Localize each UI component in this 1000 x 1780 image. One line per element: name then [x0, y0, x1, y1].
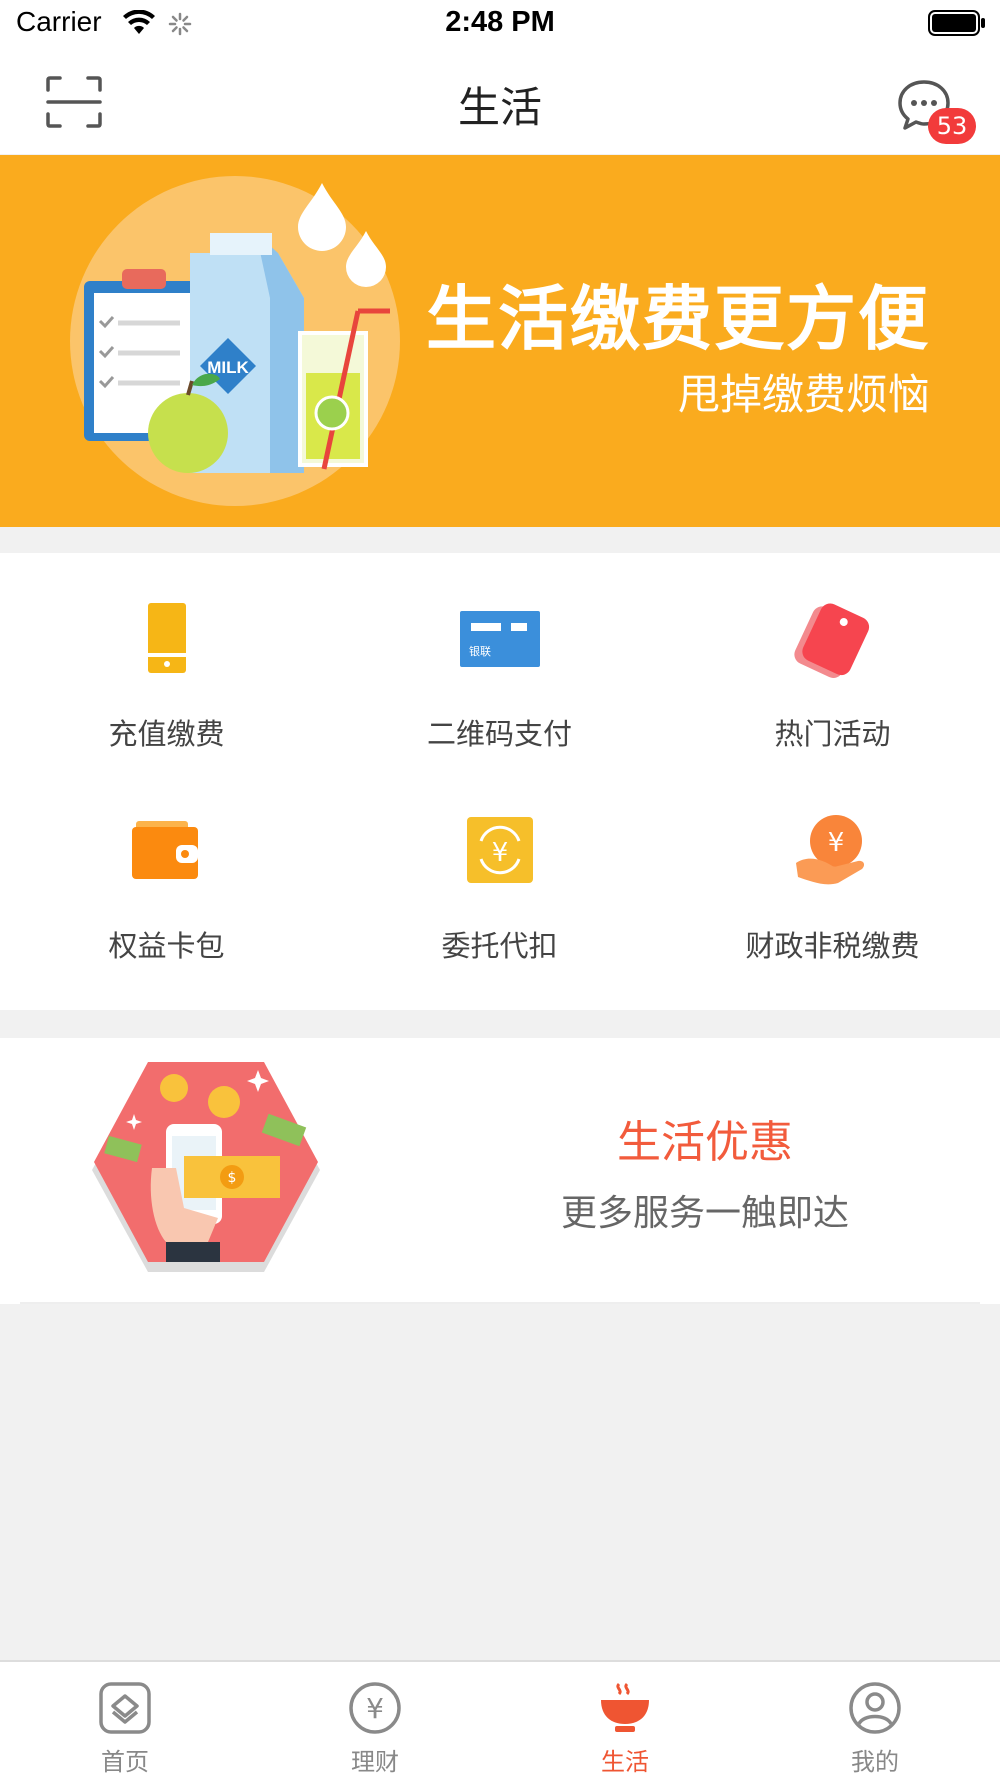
wallet-icon: [131, 821, 198, 879]
page-title: 生活: [457, 83, 542, 132]
tab-life[interactable]: 生活: [500, 1662, 750, 1780]
profile-icon: [849, 1682, 901, 1734]
yen-circle-symbol: ¥: [366, 1692, 384, 1725]
promo-subtitle: 更多服务一触即达: [560, 1193, 849, 1234]
yen-cycle-icon: ¥: [466, 817, 533, 883]
grid-item-label: 二维码支付: [426, 717, 572, 751]
dollar-symbol: $: [228, 1170, 237, 1186]
grid-item-label: 财政非税缴费: [745, 929, 920, 963]
tab-finance[interactable]: ¥ 理财: [250, 1662, 500, 1780]
grid-item-card-wallet[interactable]: 权益卡包: [0, 765, 333, 965]
unionpay-card-icon: 银联: [459, 611, 540, 667]
banner-subtitle: 甩掉缴费烦恼: [677, 370, 930, 419]
grid-item-hot-events[interactable]: 热门活动: [666, 553, 999, 753]
promo-title: 生活优惠: [617, 1117, 793, 1168]
grid-item-auto-debit[interactable]: ¥ 委托代扣: [333, 765, 666, 965]
tab-home[interactable]: 首页: [0, 1662, 250, 1780]
home-icon: [99, 1682, 151, 1734]
service-grid: 充值缴费 银联 二维码支付 热门活动 权益卡包 ¥ 委托代扣 ¥ 财政非税缴费: [0, 553, 1000, 1010]
banner-title: 生活缴费更方便: [426, 278, 930, 360]
divider: [20, 1302, 980, 1304]
message-badge: 53: [928, 108, 976, 144]
status-bar: Carrier 2:48 PM: [0, 0, 1000, 52]
banner[interactable]: MILK 生活缴费更方便 甩掉缴费烦恼: [0, 155, 1000, 527]
yen-circle-icon: ¥: [349, 1682, 401, 1734]
money-hand-illustration: $: [92, 1062, 320, 1272]
yen-hand-symbol: ¥: [827, 828, 844, 858]
tab-label: 我的: [851, 1748, 899, 1776]
phone-icon: [147, 603, 186, 673]
unionpay-text: 银联: [469, 644, 491, 658]
grid-item-recharge[interactable]: 充值缴费: [0, 553, 333, 753]
grid-item-qr-pay[interactable]: 银联 二维码支付: [333, 553, 666, 753]
status-time: 2:48 PM: [445, 6, 555, 38]
promo-card[interactable]: $ 生活优惠 更多服务一触即达: [0, 1038, 1000, 1304]
yen-hand-icon: ¥: [795, 815, 864, 885]
tab-bar: 首页 ¥ 理财 生活 我的: [0, 1660, 1000, 1780]
tab-label: 首页: [101, 1748, 149, 1776]
tab-label: 理财: [351, 1748, 399, 1776]
milk-label: MILK: [207, 358, 249, 377]
yen-cycle-symbol: ¥: [491, 838, 508, 868]
nav-bar: 生活 53: [0, 52, 1000, 154]
tab-label: 生活: [601, 1748, 649, 1776]
grid-item-label: 热门活动: [774, 717, 891, 751]
tab-profile[interactable]: 我的: [750, 1662, 1000, 1780]
grid-item-fiscal-fee[interactable]: ¥ 财政非税缴费: [666, 765, 999, 965]
grid-item-label: 充值缴费: [108, 717, 225, 751]
milk-illustration: MILK: [70, 176, 400, 506]
battery-icon: [928, 10, 985, 36]
tag-icon: [793, 603, 869, 678]
grid-item-label: 委托代扣: [441, 929, 558, 963]
grid-item-label: 权益卡包: [108, 929, 225, 963]
bowl-icon: [601, 1682, 649, 1732]
